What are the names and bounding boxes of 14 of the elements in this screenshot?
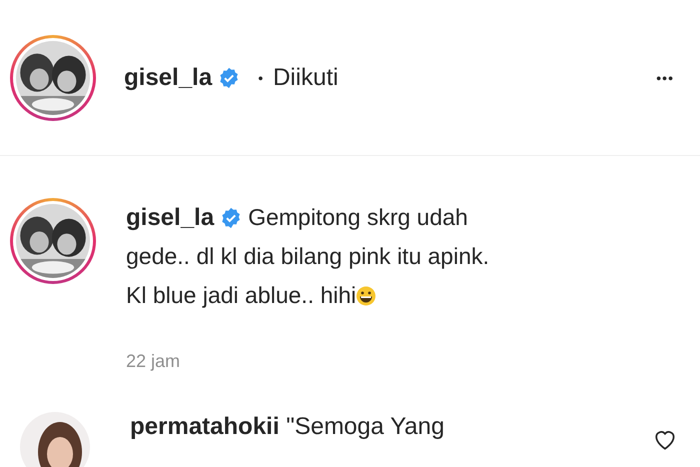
caption-text: gede.. dl kl dia bilang pink itu apink. [126,242,490,271]
username-link[interactable]: gisel_la [124,64,212,92]
separator-dot: • [258,70,263,86]
grinning-emoji-icon [356,286,376,306]
verified-badge-icon [220,206,242,228]
comment-text: "Semoga Yang [286,413,444,440]
username-link[interactable]: permatahokii [130,413,280,440]
username-link[interactable]: gisel_la [126,198,214,237]
caption-text: Gempitong skrg udah [248,203,468,232]
post-time: 22 jam [126,351,180,372]
more-options-button[interactable]: ••• [652,66,678,90]
follow-status[interactable]: Diikuti [272,64,338,92]
caption-text: Kl blue jadi ablue.. hihi [126,281,356,310]
verified-badge-icon [218,66,240,88]
